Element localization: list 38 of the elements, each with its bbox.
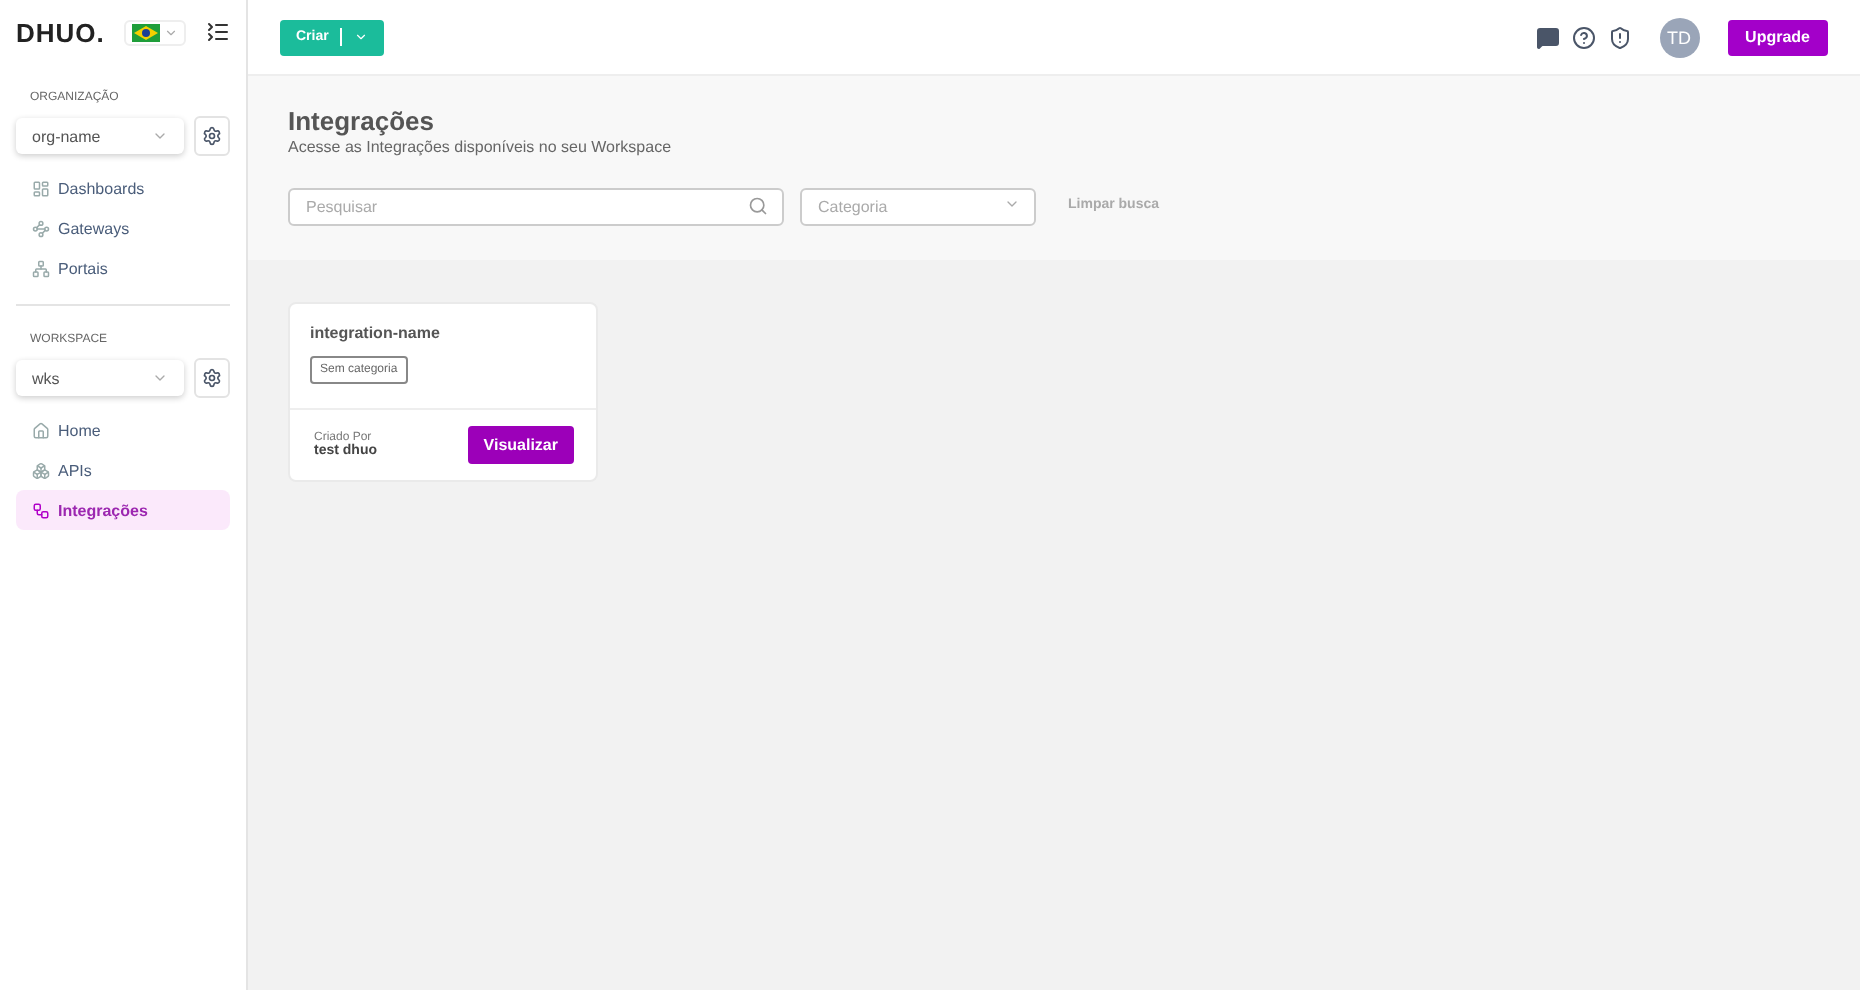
nav-item[interactable]: Dashboards (16, 168, 230, 208)
chevron-down-icon (164, 25, 179, 39)
settings-button[interactable] (194, 116, 230, 156)
settings-button[interactable] (194, 358, 230, 398)
flag-icon (132, 23, 161, 41)
search-icon (748, 196, 768, 216)
gear-icon (202, 368, 222, 388)
upgrade-button[interactable]: Upgrade (1727, 19, 1828, 55)
chevron-down-icon (1004, 196, 1020, 212)
gear-icon (202, 126, 222, 146)
logo: DHUO. (16, 17, 105, 47)
select-field[interactable]: org-name (16, 118, 184, 154)
page-subtitle: Acesse as Integrações disponíveis no seu Workspace (288, 138, 674, 156)
cubes-icon (32, 461, 50, 479)
category-select[interactable]: Categoria (800, 188, 1036, 226)
dashboard-icon (32, 179, 50, 197)
nav-item[interactable]: Portais (16, 248, 230, 288)
nav-item[interactable]: APIs (16, 450, 230, 490)
view-button[interactable]: Visualizar (467, 426, 574, 464)
chat-icon[interactable] (1535, 25, 1560, 49)
select-field[interactable]: wks (16, 360, 184, 396)
chevron-down-icon (152, 370, 168, 386)
chevron-down-icon (354, 30, 369, 44)
integration-name: integration-name (310, 324, 442, 342)
search-field[interactable]: Pesquisar (288, 188, 784, 226)
language-selector[interactable] (124, 19, 187, 45)
gateway-icon (32, 219, 50, 237)
hierarchy-icon (32, 259, 50, 277)
shield-icon[interactable] (1607, 25, 1632, 49)
chevron-down-icon (152, 128, 168, 144)
home-icon (32, 421, 50, 439)
page-title: Integrações (288, 106, 436, 136)
nodes-icon (32, 501, 50, 519)
nav-item[interactable]: Integrações (16, 490, 230, 530)
menu-icon[interactable] (205, 20, 230, 44)
help-icon[interactable] (1571, 25, 1596, 49)
nav-item[interactable]: Home (16, 410, 230, 450)
nav-item[interactable]: Gateways (16, 208, 230, 248)
